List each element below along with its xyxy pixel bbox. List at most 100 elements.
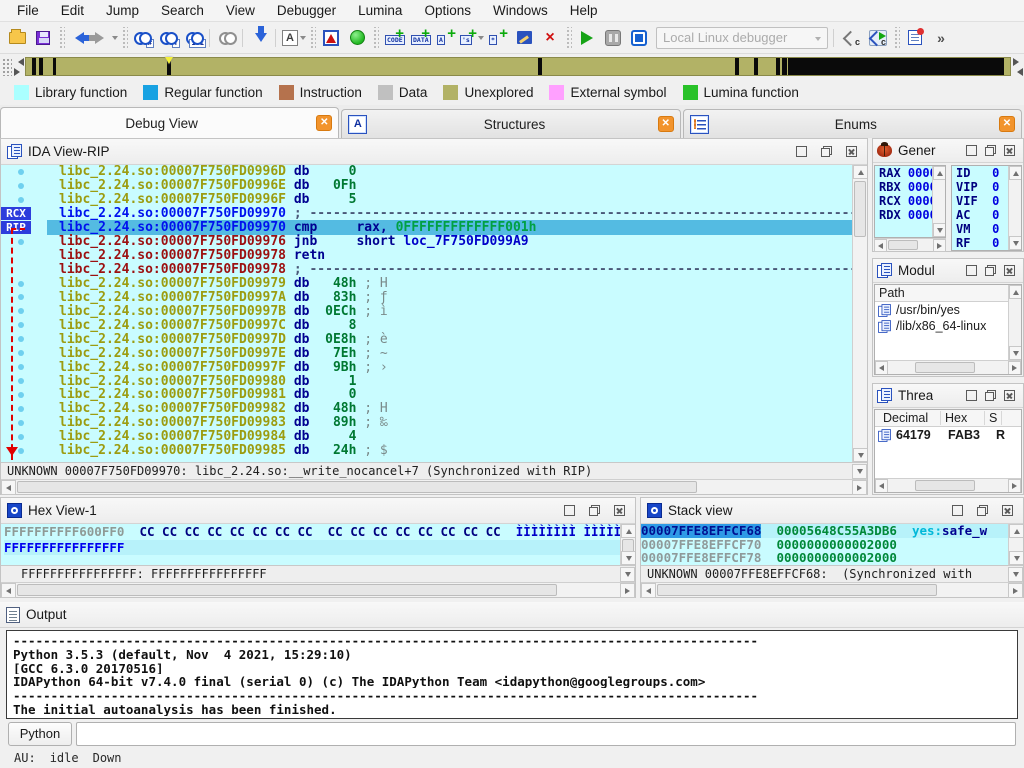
menu-edit[interactable]: Edit [50,1,95,20]
ida-view-titlebar[interactable]: IDA View-RIP [1,139,867,165]
hex-row-current[interactable]: FFFFFFFFFFFFFFFF [4,540,620,556]
disasm-hscrollbar[interactable] [1,479,867,494]
threads-header-decimal[interactable]: Decimal [879,411,941,425]
search-next-icon[interactable] [216,26,240,50]
disasm-line[interactable]: libc_2.24.so:00007F750FD09983 db 89h ; ‰ [1,416,852,430]
interpreter-selector-button[interactable]: Python [8,722,72,746]
registers-titlebar[interactable]: Gener [873,139,1023,163]
minimize-icon[interactable] [952,505,963,516]
modules-list[interactable]: Path /usr/bin/yes/lib/x86_64-linux [874,284,1022,375]
flag-row[interactable]: VM 0 [952,222,1008,236]
disasm-line[interactable]: libc_2.24.so:00007F750FD09976 jnb short … [1,235,852,249]
disasm-line[interactable]: libc_2.24.so:00007F750FD09984 db 4 [1,430,852,444]
hex-row[interactable]: FFFFFFFFFF600FF0 CC CC CC CC CC CC CC CC… [4,524,620,540]
modules-titlebar[interactable]: Modul [873,259,1023,283]
disasm-line[interactable]: libc_2.24.so:00007F750FD09978 ; --------… [1,263,852,277]
minimize-icon[interactable] [966,265,977,276]
make-array-icon[interactable]: * [486,26,510,50]
disasm-hscroll-thumb[interactable] [17,481,697,493]
menu-view[interactable]: View [215,1,266,20]
disasm-line[interactable]: libc_2.24.so:00007F750FD09981 db 0 [1,388,852,402]
close-icon[interactable] [1004,265,1015,276]
search-binary-icon[interactable]: 101 [183,26,207,50]
step-over-icon[interactable]: c [840,26,864,50]
restore-icon[interactable] [985,390,996,401]
tab-debug-view[interactable]: Debug View✕ [0,107,339,138]
tab-structures[interactable]: AStructures✕ [341,109,680,138]
disasm-line[interactable]: libc_2.24.so:00007F750FD09985 db 24h ; $ [1,444,852,458]
register-row[interactable]: RDX 0000 [875,208,932,222]
stack-rows[interactable]: 00007FFE8EFFCF68 00005648C55A3DB6 yes:sa… [641,524,1023,565]
register-row[interactable]: RBX 0000 [875,180,932,194]
module-row[interactable]: /lib/x86_64-linux [875,318,1008,334]
rename-icon[interactable]: A [282,26,306,50]
restore-icon[interactable] [589,505,600,516]
search-text-icon[interactable]: T [157,26,181,50]
close-icon[interactable] [1004,145,1015,156]
threads-titlebar[interactable]: Threa [873,384,1023,408]
disasm-line[interactable]: libc_2.24.so:00007F750FD0996F db 5 [1,193,852,207]
restore-icon[interactable] [985,145,996,156]
flag-row[interactable]: AC 0 [952,208,1008,222]
hex-view-titlebar[interactable]: Hex View-1 [1,498,635,524]
tab-enums[interactable]: Enums✕ [683,109,1022,138]
disasm-line[interactable]: libc_2.24.so:00007F750FD09978 retn [1,249,852,263]
disasm-line[interactable]: RIPlibc_2.24.so:00007F750FD09970 cmp rax… [1,221,852,235]
disasm-line[interactable]: libc_2.24.so:00007F750FD09979 db 48h ; H [1,277,852,291]
disasm-line[interactable]: libc_2.24.so:00007F750FD0997A db 83h ; ƒ [1,290,852,304]
tab-close-icon[interactable]: ✕ [999,116,1015,132]
open-file-icon[interactable] [5,26,29,50]
menu-help[interactable]: Help [559,1,609,20]
search-immediate-icon[interactable]: # [131,26,155,50]
disasm-line[interactable]: libc_2.24.so:00007F750FD0997E db 7Eh ; ~ [1,346,852,360]
output-titlebar[interactable]: Output [0,602,1024,628]
edit-function-icon[interactable] [512,26,536,50]
navband-drag-handle[interactable] [2,58,12,76]
flags-list[interactable]: ID 0VIP 0VIF 0AC 0VM 0RF 0 [951,165,1022,251]
registers-hscrollbar[interactable] [874,238,946,251]
threads-list[interactable]: DecimalHexS 64179FAB3R [874,409,1022,493]
nav-forward-icon[interactable] [94,26,118,50]
flag-row[interactable]: VIF 0 [952,194,1008,208]
navband-scroll-right-icon[interactable] [14,68,24,76]
stack-row[interactable]: 00007FFE8EFFCF78 0000000000002000 [641,551,1008,565]
command-input[interactable] [76,722,1016,746]
minimize-icon[interactable] [966,145,977,156]
stack-hscrollbar[interactable] [641,582,1023,597]
close-icon[interactable] [1002,505,1013,516]
tab-close-icon[interactable]: ✕ [658,116,674,132]
toggle-breakpoint-icon[interactable] [345,26,369,50]
disassembly-view[interactable]: libc_2.24.so:00007F750FD0996D db 0libc_2… [1,165,867,462]
scroll-left-icon[interactable] [3,485,11,491]
register-row[interactable]: RCX 0000 [875,194,932,208]
disasm-line[interactable]: RCXlibc_2.24.so:00007F750FD09970 ; -----… [1,207,852,221]
make-string-icon[interactable]: 's [460,26,484,50]
problems-list-icon[interactable] [319,26,343,50]
make-code-icon[interactable]: CODE [382,26,406,50]
menu-options[interactable]: Options [413,1,482,20]
hex-dump[interactable]: FFFFFFFFFF600FF0 CC CC CC CC CC CC CC CC… [1,524,635,565]
debugger-windows-icon[interactable] [903,26,927,50]
threads-hscrollbar[interactable] [875,478,1021,492]
disasm-line[interactable]: libc_2.24.so:00007F750FD0996D db 0 [1,165,852,179]
threads-header-s[interactable]: S [985,411,1002,425]
make-data-icon[interactable]: DATA [408,26,432,50]
restore-icon[interactable] [977,505,988,516]
disasm-line[interactable]: libc_2.24.so:00007F750FD09980 db 1 [1,374,852,388]
close-icon[interactable] [846,146,857,157]
scroll-right-icon[interactable] [857,485,865,491]
menu-jump[interactable]: Jump [95,1,150,20]
module-row[interactable]: /usr/bin/yes [875,302,1008,318]
disasm-line[interactable]: libc_2.24.so:00007F750FD0996E db 0Fh [1,179,852,193]
menu-lumina[interactable]: Lumina [347,1,413,20]
stack-view-titlebar[interactable]: Stack view [641,498,1023,524]
menu-windows[interactable]: Windows [482,1,559,20]
debug-stop-icon[interactable] [627,26,651,50]
disasm-vscrollbar[interactable] [852,165,867,462]
disasm-line[interactable]: libc_2.24.so:00007F750FD09982 db 48h ; H [1,402,852,416]
debugger-selector-combo[interactable]: Local Linux debugger [656,27,828,49]
status-scroll-down-icon[interactable] [857,469,863,477]
navband-scroll-right2-icon[interactable] [1013,58,1023,66]
disasm-line[interactable]: libc_2.24.so:00007F750FD0997B db 0ECh ; … [1,304,852,318]
stack-row[interactable]: 00007FFE8EFFCF70 0000000000002000 [641,538,1008,552]
